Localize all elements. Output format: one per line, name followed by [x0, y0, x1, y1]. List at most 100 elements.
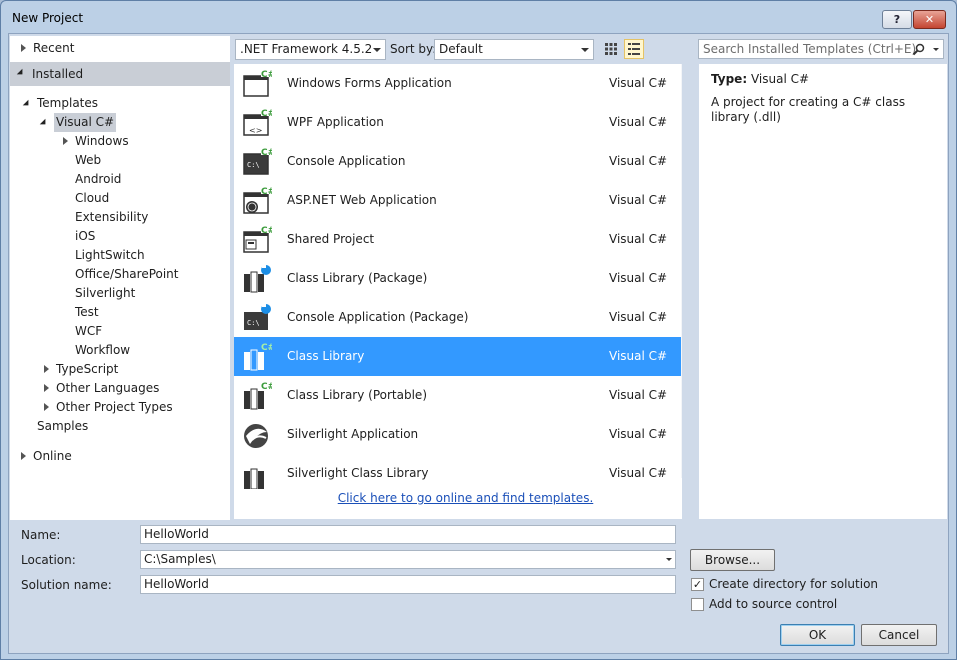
template-language: Visual C#	[609, 310, 668, 324]
sort-by-select[interactable]: Default	[434, 39, 594, 60]
ok-button[interactable]: OK	[780, 624, 855, 646]
shared-project-icon: C#	[243, 225, 272, 253]
tree-windows-label: Windows	[75, 134, 129, 148]
tree-other-project-types-label: Other Project Types	[56, 400, 173, 414]
tree-other-project-types[interactable]: Other Project Types	[44, 398, 173, 417]
tree-web[interactable]: Web	[75, 151, 101, 170]
template-language: Visual C#	[609, 232, 668, 246]
window-title: New Project	[12, 11, 84, 25]
sort-by-value: Default	[439, 42, 483, 56]
tree-extensibility[interactable]: Extensibility	[75, 208, 148, 227]
tree-cloud[interactable]: Cloud	[75, 189, 109, 208]
template-list-scrollbar[interactable]	[681, 64, 682, 478]
expand-arrow-icon[interactable]	[44, 403, 49, 411]
tree-lightswitch[interactable]: LightSwitch	[75, 246, 145, 265]
cancel-button[interactable]: Cancel	[861, 624, 937, 646]
sidebar-recent-label: Recent	[33, 41, 75, 55]
tree-test[interactable]: Test	[75, 303, 99, 322]
template-name: Class Library (Portable)	[287, 388, 427, 402]
list-view-button[interactable]	[624, 39, 644, 59]
template-shared-project[interactable]: C# Shared Project Visual C#	[234, 220, 682, 259]
project-name-input[interactable]: HelloWorld	[140, 525, 676, 544]
template-language: Visual C#	[609, 154, 668, 168]
template-console-application[interactable]: C:\C# Console Application Visual C#	[234, 142, 682, 181]
tree-android[interactable]: Android	[75, 170, 121, 189]
tree-ios[interactable]: iOS	[75, 227, 95, 246]
sidebar-online[interactable]: Online	[10, 444, 230, 468]
tree-samples[interactable]: Samples	[37, 417, 88, 436]
expand-arrow-icon[interactable]	[21, 44, 26, 52]
silverlight-icon	[244, 424, 268, 448]
template-list: C# Windows Forms Application Visual C# <…	[234, 64, 682, 519]
expand-arrow-icon[interactable]	[21, 452, 26, 460]
collapse-arrow-icon[interactable]	[22, 99, 32, 109]
template-class-library-portable[interactable]: C# Class Library (Portable) Visual C#	[234, 376, 682, 415]
template-aspnet-web-application[interactable]: C# ASP.NET Web Application Visual C#	[234, 181, 682, 220]
help-button[interactable]: ?	[882, 10, 912, 29]
tree-office-sharepoint[interactable]: Office/SharePoint	[75, 265, 179, 284]
tree-typescript[interactable]: TypeScript	[44, 360, 119, 379]
new-project-dialog: New Project ? ✕ Recent Installed Templat…	[0, 0, 957, 660]
close-button[interactable]: ✕	[913, 10, 946, 29]
type-label: Type:	[711, 72, 748, 86]
template-language: Visual C#	[609, 193, 668, 207]
expand-arrow-icon[interactable]	[44, 384, 49, 392]
tree-silverlight[interactable]: Silverlight	[75, 284, 135, 303]
template-language: Visual C#	[609, 349, 668, 363]
template-name: Console Application (Package)	[287, 310, 469, 324]
sidebar-recent[interactable]: Recent	[10, 36, 230, 60]
location-label: Location:	[21, 553, 76, 567]
tree-typescript-label: TypeScript	[56, 362, 119, 376]
tree-visual-csharp-label: Visual C#	[56, 115, 115, 129]
tree-wcf[interactable]: WCF	[75, 322, 102, 341]
create-directory-checkbox[interactable]: ✓	[691, 578, 704, 591]
solution-name-input[interactable]: HelloWorld	[140, 575, 676, 594]
expand-arrow-icon[interactable]	[63, 137, 68, 145]
svg-text:C:\: C:\	[247, 161, 260, 169]
template-wpf-application[interactable]: <> C# WPF Application Visual C#	[234, 103, 682, 142]
tree-workflow[interactable]: Workflow	[75, 341, 130, 360]
template-name: Class Library (Package)	[287, 271, 428, 285]
expand-arrow-icon[interactable]	[44, 365, 49, 373]
template-silverlight-application[interactable]: Silverlight Application Visual C#	[234, 415, 682, 454]
sort-by-label: Sort by:	[390, 42, 437, 56]
browse-button[interactable]: Browse...	[690, 549, 775, 571]
svg-text:C#: C#	[261, 148, 272, 158]
tree-windows[interactable]: Windows	[63, 132, 129, 151]
chevron-down-icon	[581, 48, 589, 52]
collapse-arrow-icon[interactable]	[16, 68, 26, 78]
template-description: A project for creating a C# class librar…	[711, 95, 906, 124]
search-placeholder: Search Installed Templates (Ctrl+E)	[703, 42, 917, 56]
collapse-arrow-icon[interactable]	[39, 118, 49, 128]
framework-select[interactable]: .NET Framework 4.5.2	[235, 39, 386, 60]
template-name: Shared Project	[287, 232, 375, 246]
chevron-down-icon[interactable]	[666, 558, 672, 561]
template-windows-forms-application[interactable]: C# Windows Forms Application Visual C#	[234, 64, 682, 103]
source-control-checkbox[interactable]	[691, 598, 704, 611]
tree-other-languages[interactable]: Other Languages	[44, 379, 159, 398]
template-silverlight-class-library[interactable]: Silverlight Class Library Visual C#	[234, 454, 682, 493]
location-input[interactable]: C:\Samples\	[140, 550, 676, 569]
tree-visual-csharp[interactable]: Visual C#	[39, 113, 117, 132]
location-value: C:\Samples\	[144, 552, 216, 566]
web-icon: C#	[243, 186, 272, 214]
console-icon: C:\C#	[243, 147, 272, 175]
grid-view-button[interactable]	[601, 39, 621, 59]
search-templates-input[interactable]: Search Installed Templates (Ctrl+E)	[698, 39, 944, 59]
name-label: Name:	[21, 528, 61, 542]
wpf-icon: <> C#	[243, 108, 272, 136]
sidebar-installed[interactable]: Installed	[10, 62, 230, 86]
template-language: Visual C#	[609, 271, 668, 285]
svg-text:C#: C#	[261, 382, 272, 392]
search-icon[interactable]	[912, 43, 925, 56]
template-class-library-package[interactable]: Class Library (Package) Visual C#	[234, 259, 682, 298]
tree-templates[interactable]: Templates	[22, 94, 98, 113]
template-console-application-package[interactable]: C:\ Console Application (Package) Visual…	[234, 298, 682, 337]
svg-text:C#: C#	[261, 226, 272, 236]
find-online-templates-link[interactable]: Click here to go online and find templat…	[234, 491, 682, 505]
template-name: Class Library	[287, 349, 365, 363]
search-options-dropdown-icon[interactable]	[933, 48, 939, 51]
solution-name-label: Solution name:	[21, 578, 112, 592]
template-name: Silverlight Application	[287, 427, 419, 441]
template-class-library[interactable]: C# Class Library Visual C#	[234, 337, 682, 376]
